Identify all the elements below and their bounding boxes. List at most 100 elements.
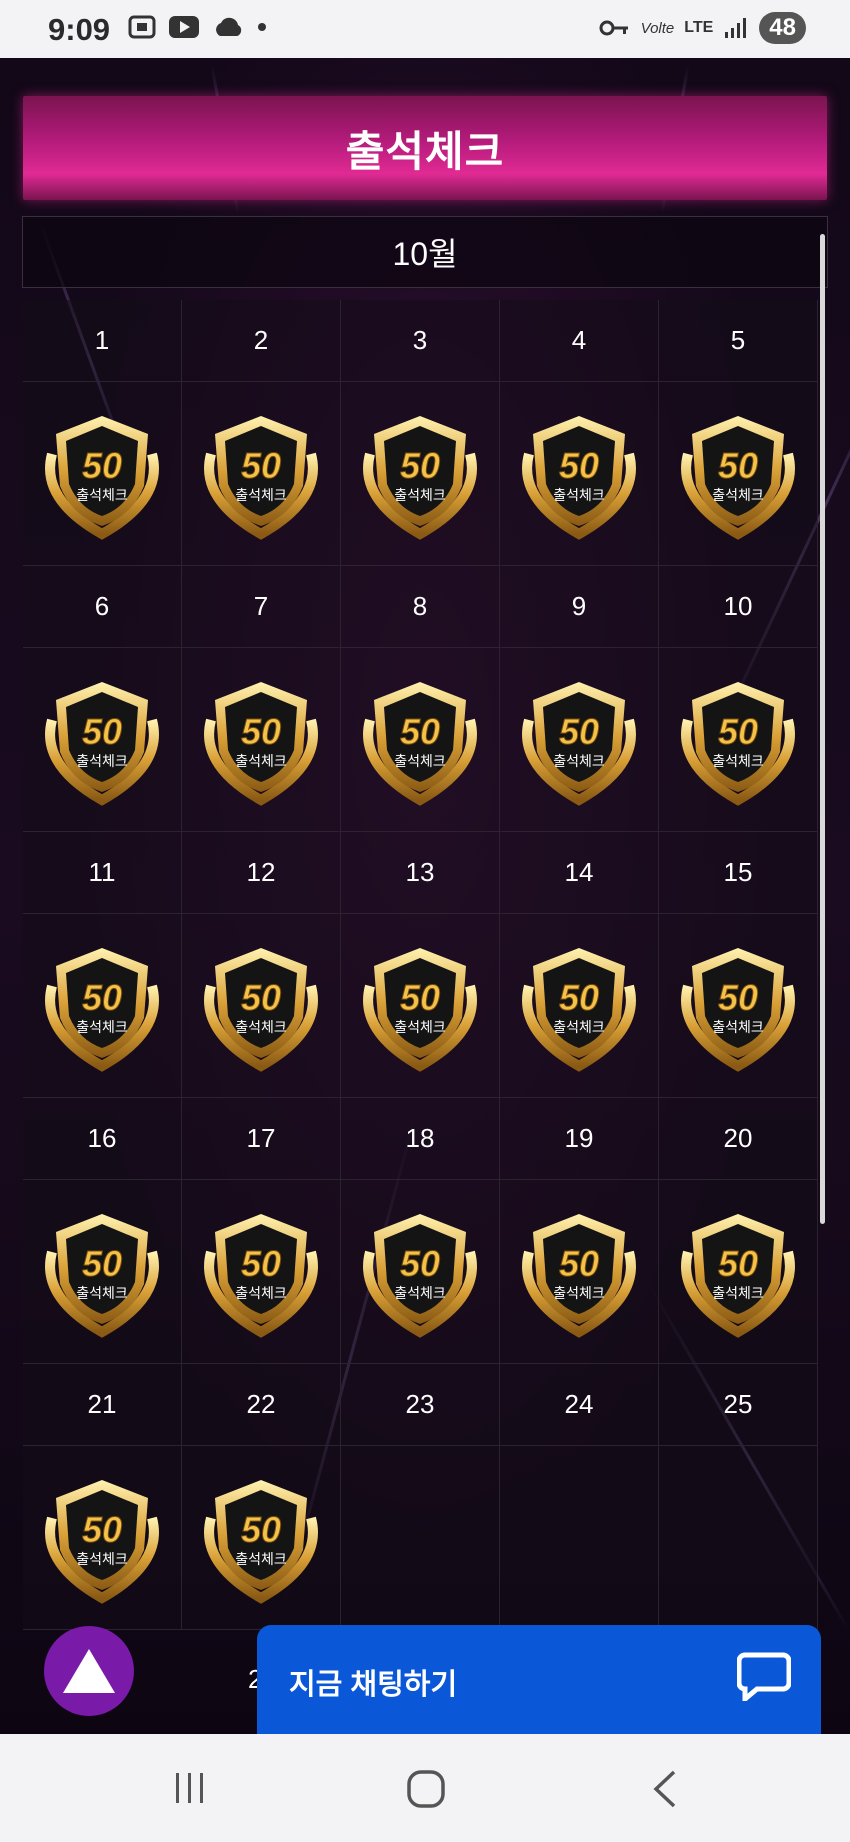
attendance-badge-icon: 50 출석체크 — [204, 1213, 318, 1338]
attendance-badge-icon: 50 출석체크 — [522, 947, 636, 1072]
badge-points: 50 — [241, 1509, 281, 1550]
attendance-badge-icon: 50 출석체크 — [522, 681, 636, 806]
day-cell: 20 — [659, 1098, 818, 1180]
day-number: 10 — [723, 591, 753, 621]
day-number: 9 — [571, 591, 587, 621]
badge-points: 50 — [82, 1509, 122, 1550]
attendance-badge-icon: 50 출석체크 — [522, 1213, 636, 1338]
badge-cell: 50 출석체크 — [341, 1180, 500, 1364]
badge-cell: 50 출석체크 — [23, 648, 182, 832]
day-number: 16 — [87, 1123, 117, 1153]
badge-cell: 50 출석체크 — [341, 648, 500, 832]
day-number: 7 — [253, 591, 269, 621]
day-cell: 11 — [23, 832, 182, 914]
network-label: LTE — [684, 19, 714, 36]
attendance-badge-icon: 50 출석체크 — [681, 1213, 795, 1338]
badge-points: 50 — [241, 711, 281, 752]
day-cell: 1 — [23, 300, 182, 382]
calendar-week: 12345 50 출석체크 50 출석체크 50 출석체크 50 출석체크 50… — [23, 300, 818, 566]
recent-apps-icon[interactable] — [170, 1768, 210, 1808]
attendance-badge-icon: 50 출석체크 — [522, 415, 636, 540]
cloud-icon — [216, 17, 242, 36]
badge-label: 출석체크 — [235, 1020, 287, 1036]
badge-points: 50 — [718, 1243, 758, 1284]
chat-widget[interactable]: 지금 채팅하기 — [257, 1625, 821, 1737]
badge-label: 출석체크 — [76, 1286, 128, 1302]
page-title: 출석체크 — [345, 127, 505, 175]
status-time: 9:09 — [48, 12, 111, 47]
badge-cell: 50 출석체크 — [182, 1180, 341, 1364]
calendar-week: 21 22 23 24 25 50 출석체크 50 출석체크 — [23, 1364, 818, 1630]
day-number: 2 — [253, 325, 269, 355]
day-number-row: 1 2 3 4 5 — [23, 300, 818, 382]
back-icon[interactable] — [650, 1768, 680, 1810]
attendance-badge-icon: 50 출석체크 — [363, 947, 477, 1072]
badge-cell — [500, 1446, 659, 1630]
badge-cell — [341, 1446, 500, 1630]
badge-label: 출석체크 — [235, 1286, 287, 1302]
day-number: 15 — [723, 857, 753, 887]
badge-cell: 50 출석체크 — [500, 1180, 659, 1364]
badge-cell: 50 출석체크 — [23, 914, 182, 1098]
badge-points: 50 — [400, 977, 440, 1018]
attendance-badge-icon: 50 출석체크 — [363, 1213, 477, 1338]
day-number: 21 — [87, 1389, 117, 1419]
chat-bubble-icon — [737, 1652, 791, 1701]
up-triangle-icon — [63, 1649, 115, 1693]
month-bar: 10월 — [22, 216, 828, 288]
badge-label: 출석체크 — [712, 754, 764, 770]
badge-cell: 50 출석체크 — [182, 914, 341, 1098]
day-number: 17 — [246, 1123, 276, 1153]
badge-points: 50 — [559, 977, 599, 1018]
chat-label: 지금 채팅하기 — [289, 1669, 458, 1701]
badge-points: 50 — [241, 445, 281, 486]
badge-label: 출석체크 — [235, 754, 287, 770]
badge-label: 출석체크 — [553, 754, 605, 770]
day-number-row: 16 17 18 19 20 — [23, 1098, 818, 1180]
badge-cell: 50 출석체크 — [182, 1446, 341, 1630]
day-number: 13 — [405, 857, 435, 887]
day-number-row: 11 12 13 14 15 — [23, 832, 818, 914]
day-number: 23 — [405, 1389, 435, 1419]
badge-label: 출석체크 — [394, 1286, 446, 1302]
scrollbar[interactable] — [820, 234, 825, 1224]
day-cell: 19 — [500, 1098, 659, 1180]
day-number: 22 — [246, 1389, 276, 1419]
navigation-bar — [0, 1734, 850, 1842]
attendance-badge-icon: 50 출석체크 — [45, 1213, 159, 1338]
badge-label: 출석체크 — [712, 488, 764, 504]
badge-points: 50 — [241, 977, 281, 1018]
badge-cell — [659, 1446, 818, 1630]
day-cell: 16 — [23, 1098, 182, 1180]
day-number: 4 — [571, 325, 587, 355]
day-cell: 6 — [23, 566, 182, 648]
signal-icon — [725, 18, 747, 38]
badge-cell: 50 출석체크 — [500, 648, 659, 832]
badge-cell: 50 출석체크 — [341, 382, 500, 566]
status-right: Volte LTE 48 — [599, 12, 806, 44]
badge-label: 출석체크 — [76, 1020, 128, 1036]
attendance-badge-icon: 50 출석체크 — [45, 947, 159, 1072]
day-number: 25 — [723, 1389, 753, 1419]
badge-cell: 50 출석체크 — [659, 914, 818, 1098]
badge-points: 50 — [400, 1243, 440, 1284]
home-icon[interactable] — [405, 1768, 447, 1810]
day-cell: 4 — [500, 300, 659, 382]
day-number-row: 6 7 8 9 10 — [23, 566, 818, 648]
page-header: 출석체크 — [23, 96, 827, 200]
day-cell: 21 — [23, 1364, 182, 1446]
attendance-badge-icon: 50 출석체크 — [45, 1479, 159, 1604]
day-cell: 8 — [341, 566, 500, 648]
badge-points: 50 — [400, 445, 440, 486]
attendance-badge-icon: 50 출석체크 — [204, 947, 318, 1072]
day-cell: 15 — [659, 832, 818, 914]
camera-icon — [128, 15, 156, 39]
badge-points: 50 — [400, 711, 440, 752]
badge-cell: 50 출석체크 — [23, 1180, 182, 1364]
badge-cell: 50 출석체크 — [23, 382, 182, 566]
day-number: 3 — [412, 325, 428, 355]
attendance-badge-icon: 50 출석체크 — [45, 681, 159, 806]
badge-cell: 50 출석체크 — [182, 648, 341, 832]
scroll-top-button[interactable] — [44, 1626, 134, 1716]
badge-cell: 50 출석체크 — [659, 382, 818, 566]
